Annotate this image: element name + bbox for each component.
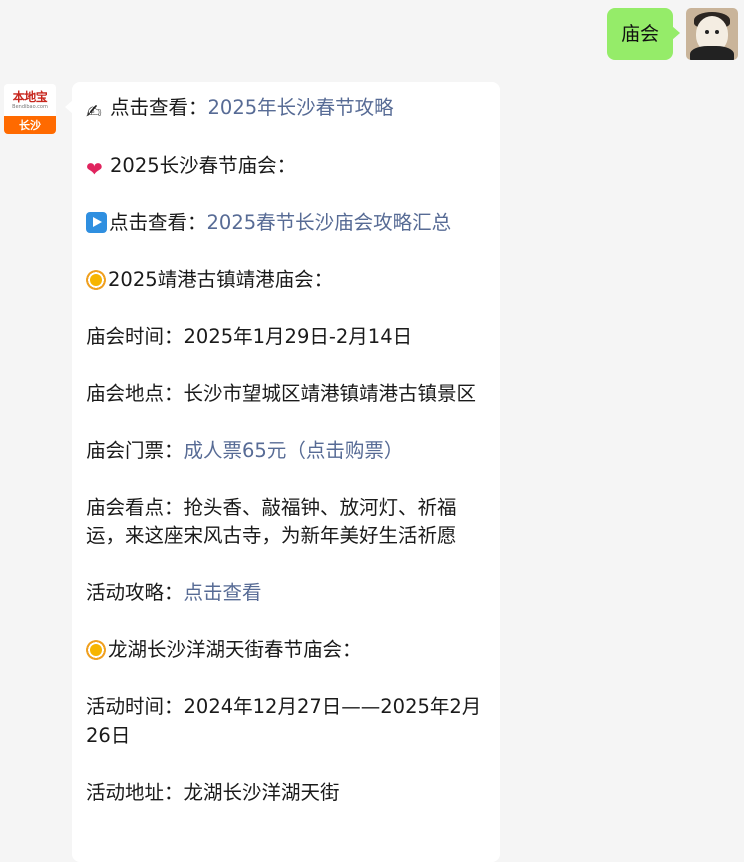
- message-line-8: 庙会看点：抢头香、敲福钟、放河灯、祈福运，来这座宋风古寺，为新年美好生活祈愿: [86, 495, 457, 548]
- bot-avatar[interactable]: 本地宝 Bendibao.com 长沙: [4, 84, 56, 134]
- message-line-7: 庙会门票：成人票65元（点击购票）: [86, 438, 404, 462]
- outgoing-message-bubble[interactable]: 庙会: [606, 8, 681, 60]
- play-button-icon: [86, 211, 107, 233]
- sun-icon: [86, 640, 106, 660]
- link-buy-ticket[interactable]: 成人票65元（点击购票）: [184, 439, 404, 462]
- outgoing-message-row: 庙会: [606, 8, 738, 60]
- message-line-4: 2025靖港古镇靖港庙会：: [86, 266, 486, 295]
- writing-hand-icon: ✍: [86, 101, 102, 123]
- message-line-1: ✍ 点击查看：2025年长沙春节攻略: [86, 96, 394, 123]
- link-view-guide[interactable]: 点击查看: [184, 581, 262, 604]
- heart-icon: ❤: [86, 156, 103, 181]
- outgoing-message-text: 庙会: [620, 23, 659, 45]
- user-avatar[interactable]: [686, 8, 738, 60]
- brand-name: 本地宝: [12, 89, 48, 104]
- brand-logo: 本地宝 Bendibao.com: [4, 84, 56, 116]
- message-line-3: 点击查看：2025春节长沙庙会攻略汇总: [86, 209, 486, 238]
- message-line-2: ❤ 2025长沙春节庙会：: [86, 153, 297, 181]
- message-line-9: 活动攻略：点击查看: [86, 581, 262, 604]
- brand-url: Bendibao.com: [12, 103, 48, 110]
- city-label: 长沙: [4, 116, 56, 134]
- message-line-12: 活动地址：龙湖长沙洋湖天街: [86, 780, 340, 804]
- message-line-5: 庙会时间：2025年1月29日-2月14日: [86, 324, 413, 348]
- link-spring-festival-guide[interactable]: 2025年长沙春节攻略: [208, 96, 394, 119]
- sun-icon: [86, 269, 106, 290]
- message-line-6: 庙会地点：长沙市望城区靖港镇靖港古镇景区: [86, 381, 477, 405]
- message-line-11: 活动时间：2024年12月27日——2025年2月26日: [86, 695, 482, 747]
- message-line-10: 龙湖长沙洋湖天街春节庙会：: [86, 636, 486, 665]
- link-temple-fair-summary[interactable]: 2025春节长沙庙会攻略汇总: [207, 211, 452, 234]
- incoming-message-bubble: ✍ 点击查看：2025年长沙春节攻略 ❤ 2025长沙春节庙会： 点击查看：2025…: [65, 82, 500, 862]
